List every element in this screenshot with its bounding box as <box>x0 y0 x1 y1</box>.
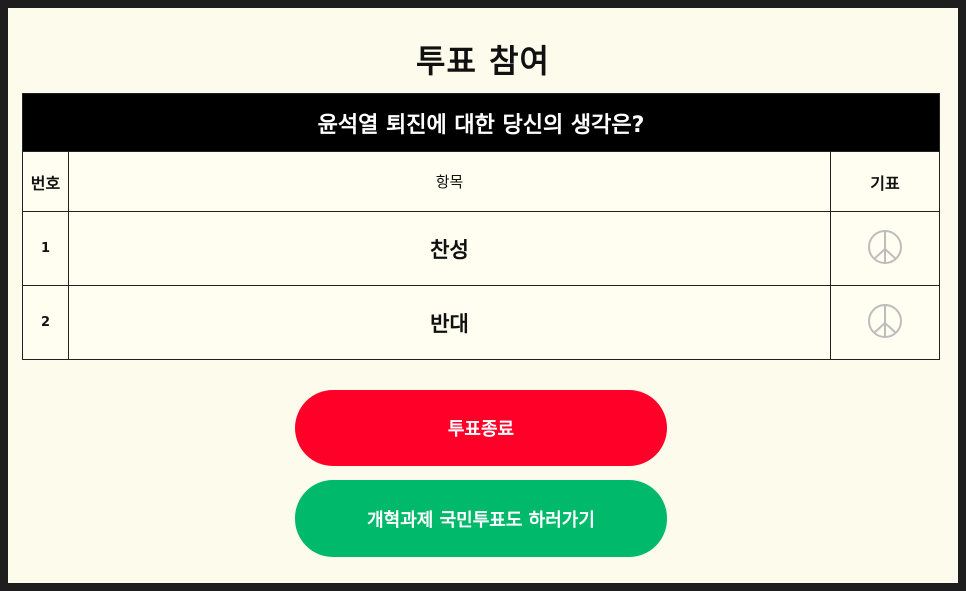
option-row-2: 2 반대 <box>22 285 940 360</box>
peace-sign-icon[interactable] <box>867 303 903 343</box>
end-vote-button[interactable]: 투표종료 <box>295 390 667 466</box>
table-header-row: 번호 항목 기표 <box>22 151 940 212</box>
option-label: 반대 <box>68 285 831 360</box>
vote-cell[interactable] <box>830 285 940 360</box>
go-reform-vote-button[interactable]: 개혁과제 국민투표도 하러가기 <box>295 480 667 557</box>
poll-table: 윤석열 퇴진에 대한 당신의 생각은? 번호 항목 기표 1 찬성 2 반대 <box>22 93 940 360</box>
option-label: 찬성 <box>68 211 831 286</box>
vote-cell[interactable] <box>830 211 940 286</box>
option-row-1: 1 찬성 <box>22 211 940 286</box>
column-header-number: 번호 <box>22 151 69 212</box>
option-number: 1 <box>22 211 69 286</box>
peace-sign-icon[interactable] <box>867 229 903 269</box>
column-header-vote: 기표 <box>830 151 940 212</box>
column-header-item: 항목 <box>68 151 831 212</box>
page-frame: 투표 참여 윤석열 퇴진에 대한 당신의 생각은? 번호 항목 기표 1 찬성 <box>8 8 958 583</box>
page-title: 투표 참여 <box>416 42 550 80</box>
option-number: 2 <box>22 285 69 360</box>
poll-question: 윤석열 퇴진에 대한 당신의 생각은? <box>22 93 940 152</box>
